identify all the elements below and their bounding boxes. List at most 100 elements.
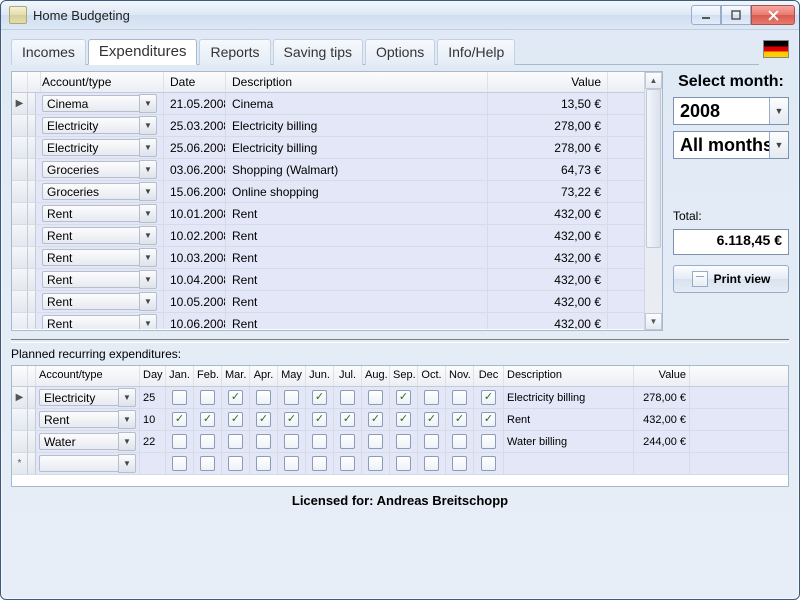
month-checkbox-cell[interactable] [446,453,474,474]
account-cell[interactable]: Electricity▼ [36,387,140,408]
account-cell[interactable]: Cinema▼ [36,93,164,114]
account-combo[interactable]: Groceries▼ [42,182,157,201]
month-checkbox[interactable] [200,412,215,427]
month-checkbox[interactable] [452,434,467,449]
month-checkbox-cell[interactable] [418,409,446,430]
month-checkbox-cell[interactable] [362,453,390,474]
date-cell[interactable]: 15.06.2008 [164,181,226,202]
day-cell[interactable]: 25 [140,387,166,408]
chevron-down-icon[interactable]: ▼ [139,292,157,311]
month-checkbox-cell[interactable] [278,431,306,452]
chevron-down-icon[interactable]: ▼ [139,138,157,157]
description-cell[interactable] [504,453,634,474]
description-cell[interactable]: Rent [226,203,488,224]
month-checkbox[interactable] [228,390,243,405]
minimize-button[interactable] [691,5,721,25]
month-checkbox[interactable] [452,390,467,405]
account-combo[interactable]: Rent▼ [42,226,157,245]
chevron-down-icon[interactable]: ▼ [139,248,157,267]
month-checkbox-cell[interactable] [362,431,390,452]
month-checkbox-cell[interactable] [194,453,222,474]
month-checkbox-cell[interactable] [166,453,194,474]
chevron-down-icon[interactable]: ▼ [118,432,136,451]
month-checkbox[interactable] [396,412,411,427]
month-header-nov[interactable]: Nov. [446,366,474,386]
description-cell[interactable]: Rent [226,247,488,268]
month-checkbox[interactable] [396,456,411,471]
maximize-button[interactable] [721,5,751,25]
month-header-jan[interactable]: Jan. [166,366,194,386]
month-checkbox-cell[interactable] [166,409,194,430]
account-combo[interactable]: Rent▼ [42,314,157,329]
date-cell[interactable]: 21.05.2008 [164,93,226,114]
description-cell[interactable]: Rent [226,225,488,246]
month-checkbox-cell[interactable] [250,431,278,452]
tab-incomes[interactable]: Incomes [11,39,86,65]
tab-expenditures[interactable]: Expenditures [88,39,198,65]
month-checkbox-cell[interactable] [446,431,474,452]
account-cell[interactable]: Rent▼ [36,313,164,329]
chevron-down-icon[interactable]: ▼ [118,388,136,407]
description-cell[interactable]: Electricity billing [226,137,488,158]
month-checkbox[interactable] [172,412,187,427]
month-checkbox[interactable] [228,412,243,427]
month-checkbox-cell[interactable] [474,387,504,408]
month-checkbox-cell[interactable] [250,453,278,474]
month-checkbox[interactable] [396,390,411,405]
tab-saving-tips[interactable]: Saving tips [273,39,363,65]
description-cell[interactable]: Rent [226,269,488,290]
month-checkbox-cell[interactable] [306,387,334,408]
month-checkbox[interactable] [340,434,355,449]
tab-info-help[interactable]: Info/Help [437,39,515,65]
month-checkbox-cell[interactable] [418,387,446,408]
chevron-down-icon[interactable]: ▼ [139,94,157,113]
value-cell[interactable]: 432,00 € [488,203,608,224]
value-cell[interactable]: 278,00 € [488,137,608,158]
value-cell[interactable]: 432,00 € [488,313,608,329]
value-cell[interactable] [634,453,690,474]
month-checkbox[interactable] [368,456,383,471]
month-checkbox-cell[interactable] [250,387,278,408]
month-checkbox[interactable] [368,434,383,449]
value-cell[interactable]: 244,00 € [634,431,690,452]
value-cell[interactable]: 432,00 € [488,247,608,268]
account-cell[interactable]: Rent▼ [36,203,164,224]
table-row[interactable]: Rent▼10.03.2008Rent432,00 € [12,247,644,269]
month-checkbox-cell[interactable] [222,453,250,474]
value-cell[interactable]: 432,00 € [488,269,608,290]
description-cell[interactable]: Rent [226,313,488,329]
month-checkbox-cell[interactable] [334,453,362,474]
month-checkbox-cell[interactable] [306,453,334,474]
account-combo[interactable]: Electricity▼ [42,138,157,157]
month-checkbox[interactable] [200,434,215,449]
account-combo[interactable]: Rent▼ [42,292,157,311]
day-header[interactable]: Day [140,366,166,386]
account-cell[interactable]: Electricity▼ [36,137,164,158]
chevron-down-icon[interactable]: ▼ [139,116,157,135]
account-cell[interactable]: Water▼ [36,431,140,452]
value-cell[interactable]: 278,00 € [488,115,608,136]
table-row[interactable]: Water▼22Water billing244,00 € [12,431,788,453]
month-checkbox[interactable] [368,390,383,405]
month-checkbox-cell[interactable] [418,453,446,474]
description-header[interactable]: Description [226,72,488,92]
month-checkbox-cell[interactable] [222,431,250,452]
account-cell[interactable]: Rent▼ [36,291,164,312]
table-row[interactable]: Electricity▼25.03.2008Electricity billin… [12,115,644,137]
description-cell[interactable]: Electricity billing [226,115,488,136]
table-row[interactable]: Rent▼10.01.2008Rent432,00 € [12,203,644,225]
account-combo[interactable]: Electricity▼ [39,388,136,407]
month-header-jul[interactable]: Jul. [334,366,362,386]
month-checkbox[interactable] [312,412,327,427]
month-checkbox-cell[interactable] [474,453,504,474]
description-header[interactable]: Description [504,366,634,386]
month-checkbox[interactable] [452,412,467,427]
expenditures-grid[interactable]: Account/type Date Description Value ▶Cin… [11,71,663,331]
month-checkbox[interactable] [172,390,187,405]
month-checkbox-cell[interactable] [446,387,474,408]
month-checkbox-cell[interactable] [222,409,250,430]
value-cell[interactable]: 64,73 € [488,159,608,180]
month-checkbox-cell[interactable] [278,409,306,430]
date-cell[interactable]: 10.05.2008 [164,291,226,312]
account-cell[interactable]: Rent▼ [36,269,164,290]
